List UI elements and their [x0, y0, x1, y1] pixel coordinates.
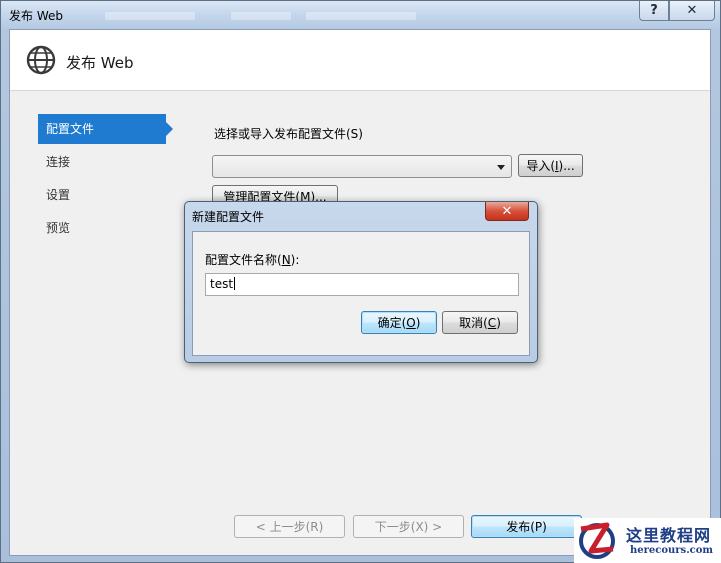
dialog-close-button[interactable]: ✕ — [485, 202, 529, 221]
profile-select[interactable] — [212, 155, 512, 178]
window-title: 发布 Web — [9, 9, 63, 23]
new-profile-dialog: 新建配置文件 ✕ 配置文件名称(N): test 确定(O) 取消(C) — [184, 201, 538, 363]
close-button[interactable]: ✕ — [669, 1, 715, 21]
profile-name-label: 配置文件名称(N): — [205, 251, 299, 268]
import-button-suffix: )... — [558, 158, 575, 173]
title-bar[interactable]: 发布 Web ? ✕ — [1, 1, 720, 29]
wizard-nav: 配置文件 连接 设置 预览 — [38, 114, 180, 246]
watermark-logo-icon — [579, 522, 615, 559]
cancel-button-hotkey: C — [487, 315, 497, 330]
globe-icon — [26, 45, 56, 75]
wizard-header: 发布 Web — [10, 30, 710, 91]
background-tab-blur — [306, 12, 416, 20]
nav-item-settings[interactable]: 设置 — [38, 180, 180, 210]
watermark-url: herecours.com — [630, 545, 714, 556]
cancel-button-label: 取消( — [459, 316, 488, 330]
watermark-title: 这里教程网 — [626, 526, 712, 545]
site-watermark: 这里教程网 herecours.com — [574, 518, 721, 563]
profile-name-hotkey: N — [281, 253, 291, 267]
cancel-button[interactable]: 取消(C) — [442, 311, 518, 334]
text-caret — [234, 277, 236, 290]
dialog-body: 配置文件名称(N): test 确定(O) 取消(C) — [192, 231, 530, 356]
import-button-label: 导入( — [526, 159, 555, 173]
ok-button-suffix: ) — [415, 315, 421, 330]
previous-button[interactable]: < 上一步(R) — [234, 515, 345, 538]
cancel-button-suffix: ) — [496, 315, 501, 330]
nav-item-preview[interactable]: 预览 — [38, 213, 180, 243]
help-button[interactable]: ? — [639, 1, 669, 21]
nav-item-profile[interactable]: 配置文件 — [38, 114, 173, 144]
ok-button-hotkey: O — [406, 315, 416, 330]
profile-name-label-suffix: ): — [290, 253, 300, 267]
dialog-title: 新建配置文件 — [192, 210, 265, 224]
ok-button-label: 确定( — [377, 316, 407, 330]
background-tab-blur — [105, 12, 195, 20]
page-title: 发布 Web — [66, 54, 134, 72]
import-button[interactable]: 导入(I)... — [518, 154, 583, 177]
profile-section-label: 选择或导入发布配置文件(S) — [214, 127, 363, 141]
profile-name-value: test — [210, 277, 234, 291]
ok-button[interactable]: 确定(O) — [361, 311, 437, 334]
publish-button[interactable]: 发布(P) — [471, 515, 582, 538]
dropdown-arrow-icon — [497, 165, 505, 170]
profile-name-input[interactable]: test — [205, 273, 519, 296]
profile-name-label-text: 配置文件名称( — [205, 253, 282, 267]
background-tab-blur — [231, 12, 291, 20]
nav-item-connection[interactable]: 连接 — [38, 147, 180, 177]
next-button[interactable]: 下一步(X) > — [353, 515, 464, 538]
